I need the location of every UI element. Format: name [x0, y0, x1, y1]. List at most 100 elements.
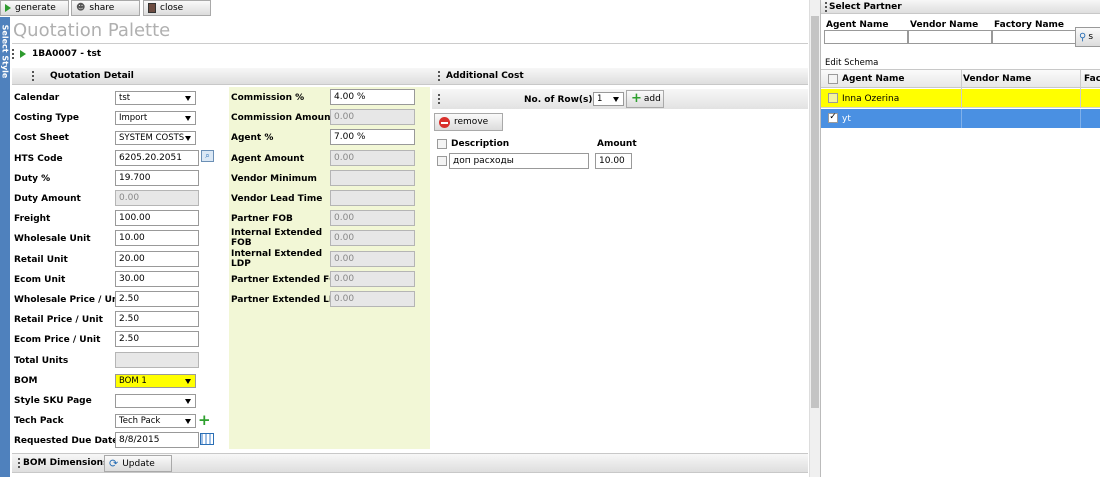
close-icon [148, 3, 156, 13]
total-units-label: Total Units [14, 355, 69, 366]
wholesale-unit-input[interactable]: 10.00 [115, 230, 199, 247]
edit-schema-link[interactable]: Edit Schema [825, 58, 878, 68]
style-sku-page-select[interactable] [115, 394, 196, 408]
agent-name-column-header: Agent Name [842, 74, 905, 84]
calendar-value: tst [119, 93, 131, 103]
partner-row[interactable]: Inna Ozerina [821, 89, 1100, 108]
requested-due-date-input[interactable]: 8/8/2015 [115, 432, 199, 449]
select-style-label: Select Style [0, 24, 10, 79]
scroll-thumb[interactable] [811, 16, 819, 408]
chevron-down-icon [185, 116, 191, 122]
search-label: s [1088, 32, 1094, 42]
calendar-select[interactable]: tst [115, 91, 196, 105]
select-all-checkbox[interactable] [437, 139, 447, 149]
cost-sheet-select[interactable]: SYSTEM COSTS [115, 131, 196, 146]
hts-code-label: HTS Code [14, 153, 63, 164]
lookup-icon[interactable]: ⌕ [201, 149, 214, 162]
internal-extended-fob-readonly-field: 0.00 [330, 230, 415, 247]
factory-filter-input[interactable] [992, 30, 1076, 44]
chevron-down-icon [613, 97, 619, 102]
ecom-price-unit-input[interactable]: 2.50 [115, 331, 199, 348]
retail-price-unit-input[interactable]: 2.50 [115, 311, 199, 328]
retail-unit-input[interactable]: 20.00 [115, 250, 199, 267]
bom-select[interactable]: BOM 1 [115, 373, 196, 388]
costing-type-select[interactable]: Import [115, 111, 196, 126]
total-units-readonly-field [115, 351, 199, 368]
commission-input[interactable]: 4.00 % [330, 89, 415, 105]
main-scrollbar[interactable] [809, 0, 820, 477]
col-divider [961, 109, 962, 128]
partner-row-checkbox-checked[interactable]: ✓ [828, 113, 838, 123]
select-all-partners-checkbox[interactable] [828, 74, 838, 84]
expand-icon[interactable] [20, 50, 26, 58]
close-button[interactable]: close [143, 0, 211, 16]
update-label: Update [122, 458, 155, 469]
bom-dimensions-title: BOM Dimensions [23, 458, 109, 468]
add-tech-pack-icon[interactable]: + [198, 411, 211, 429]
search-button[interactable]: ⚲ s [1075, 27, 1100, 47]
cost-amount-input[interactable]: 10.00 [595, 153, 632, 169]
duty-label: Duty % [14, 173, 51, 184]
partner-row-checkbox[interactable] [828, 93, 838, 103]
close-label: close [160, 3, 184, 13]
duty-input[interactable]: 19.700 [115, 169, 199, 186]
tech-pack-select[interactable]: Tech Pack [115, 414, 196, 429]
cost-sheet-label: Cost Sheet [14, 133, 69, 144]
vendor-minimum-readonly-field [330, 169, 415, 186]
vendor-filter-input[interactable] [908, 30, 992, 44]
description-column-header: Description [451, 139, 510, 149]
cost-sheet-value: SYSTEM COSTS [119, 133, 185, 144]
remove-button[interactable]: remove [434, 113, 503, 131]
quotation-detail-title: Quotation Detail [50, 71, 134, 81]
partner-extended-ldp-readonly-field: 0.00 [330, 291, 415, 307]
generate-button[interactable]: generate [0, 0, 69, 16]
share-button[interactable]: ☻ share [71, 0, 140, 16]
vendor-minimum-label: Vendor Minimum [231, 173, 317, 184]
share-label: share [89, 3, 115, 13]
partner-panel: Select Partner Agent Name Vendor Name Fa… [820, 0, 1100, 477]
calendar-icon[interactable] [200, 433, 214, 446]
partner-agent-name: yt [842, 114, 851, 124]
retail-unit-label: Retail Unit [14, 254, 68, 265]
freight-input[interactable]: 100.00 [115, 210, 199, 227]
record-label: 1BA0007 - tst [32, 49, 102, 59]
partner-extended-ldp-label: Partner Extended LDP [231, 295, 343, 305]
amount-column-header: Amount [597, 139, 637, 149]
update-button[interactable]: ⟳ Update [104, 455, 172, 472]
add-row-button[interactable]: + add [626, 90, 664, 108]
quotation-detail-header: Quotation Detail [12, 68, 432, 85]
col-divider [961, 89, 962, 108]
partner-extended-fob-readonly-field: 0.00 [330, 270, 415, 287]
chevron-down-icon [185, 378, 191, 384]
retail-price-unit-label: Retail Price / Unit [14, 315, 103, 326]
ecom-unit-input[interactable]: 30.00 [115, 270, 199, 287]
costing-type-value: Import [119, 113, 148, 124]
vendor-lead-time-label: Vendor Lead Time [231, 194, 323, 204]
add-label: add [643, 94, 661, 104]
agent-label: Agent % [231, 133, 274, 144]
play-icon [5, 4, 11, 12]
partner-title: Select Partner [829, 1, 902, 12]
rows-select[interactable]: 1 [593, 92, 624, 106]
duty-amount-readonly-field: 0.00 [115, 190, 199, 206]
partner-row-selected[interactable]: ✓ yt [821, 109, 1100, 128]
rows-value: 1 [597, 94, 603, 104]
agent-input[interactable]: 7.00 % [330, 129, 415, 146]
agent-filter-input[interactable] [824, 30, 908, 44]
hts-code-input[interactable]: 6205.20.2051 [115, 149, 199, 166]
tech-pack-value: Tech Pack [119, 416, 161, 427]
cost-description-input[interactable]: доп расходы [449, 153, 589, 169]
internal-extended-fob-label: Internal Extended FOB [231, 228, 323, 249]
wholesale-price-unit-input[interactable]: 2.50 [115, 291, 199, 307]
bom-label: BOM [14, 375, 38, 386]
rows-label: No. of Row(s): [524, 95, 597, 105]
remove-label: remove [454, 117, 489, 127]
col-divider [1080, 89, 1081, 108]
commission-label: Commission % [231, 93, 305, 103]
row-checkbox[interactable] [437, 156, 447, 166]
vendor-lead-time-readonly-field [330, 190, 415, 206]
select-style-tab[interactable]: Select Style [0, 17, 10, 477]
record-header: 1BA0007 - tst [12, 46, 808, 62]
commission-amount-label: Commission Amount [231, 113, 335, 124]
drag-grip-icon [438, 71, 440, 81]
